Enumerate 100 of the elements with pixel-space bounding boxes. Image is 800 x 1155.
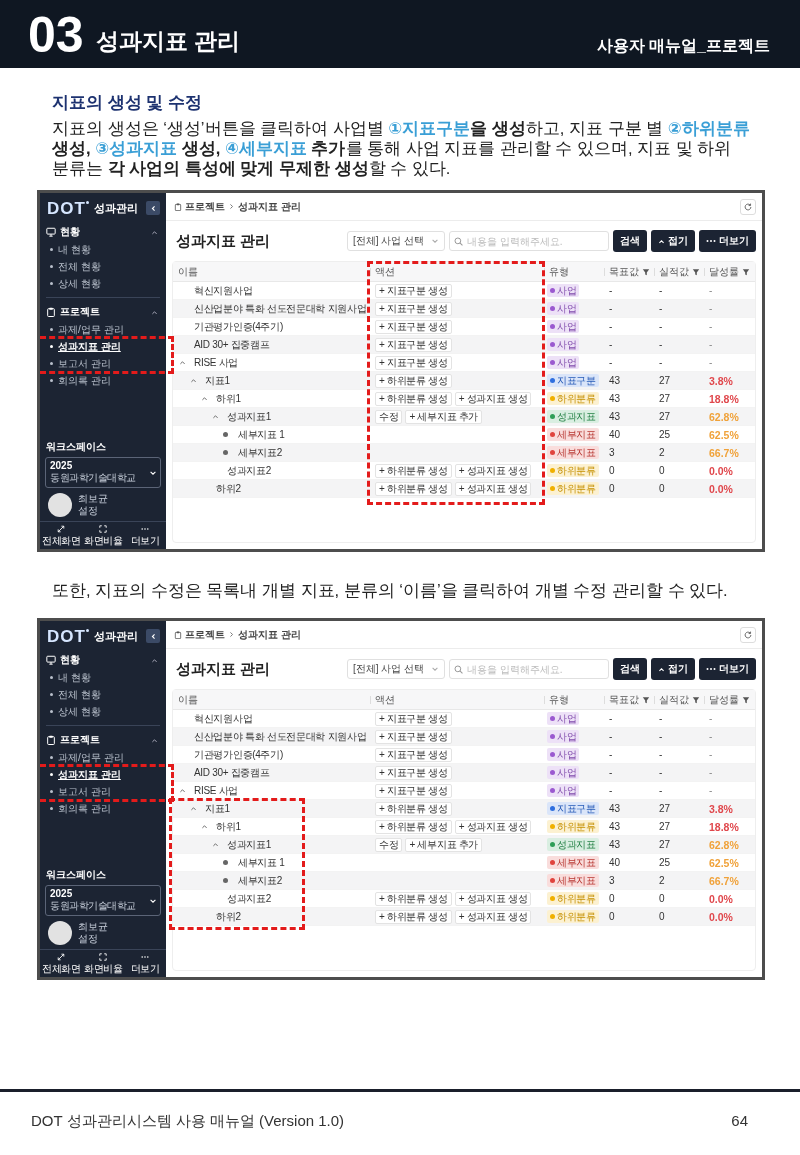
indicator-name[interactable]: 신산업분야 특화 선도전문대학 지원사업 xyxy=(194,301,367,316)
search-button[interactable]: 검색 xyxy=(613,658,647,680)
section-header[interactable]: 현황 xyxy=(40,651,166,669)
indicator-name[interactable]: 하위2 xyxy=(216,481,241,496)
sidebar-item[interactable]: 상세 현황 xyxy=(40,275,166,292)
indicator-name[interactable]: 지표1 xyxy=(205,373,230,388)
search-button[interactable]: 검색 xyxy=(613,230,647,252)
action-button[interactable]: + 성과지표 생성 xyxy=(454,819,532,834)
sidebar-item[interactable]: 과제/업무 관리 xyxy=(40,749,166,766)
sidebar-item[interactable]: 전체 현황 xyxy=(40,686,166,703)
indicator-name[interactable]: 성과지표2 xyxy=(227,891,272,906)
indicator-name[interactable]: 지표1 xyxy=(205,801,230,816)
sidebar-item[interactable]: 성과지표 관리 xyxy=(40,766,166,783)
workspace-select[interactable]: 2025 동원과학기술대학교 xyxy=(45,457,161,488)
sidebar-item[interactable]: 성과지표 관리 xyxy=(40,338,166,355)
action-button[interactable]: + 지표구분 생성 xyxy=(375,319,452,334)
sidebar-item[interactable]: 보고서 관리 xyxy=(40,783,166,800)
fold-button[interactable]: 접기 xyxy=(651,658,695,680)
action-button[interactable]: + 성과지표 생성 xyxy=(454,909,532,924)
caret-icon[interactable] xyxy=(212,841,219,848)
indicator-name[interactable]: 성과지표2 xyxy=(227,463,272,478)
action-button[interactable]: + 지표구분 생성 xyxy=(375,747,452,762)
indicator-name[interactable]: 기관평가인증(4주기) xyxy=(194,747,283,762)
action-button[interactable]: + 지표구분 생성 xyxy=(375,711,452,726)
sidebar-item[interactable]: 회의록 관리 xyxy=(40,372,166,389)
action-button[interactable]: + 하위분류 생성 xyxy=(375,891,452,906)
indicator-name[interactable]: RISE 사업 xyxy=(194,783,239,798)
action-button[interactable]: + 지표구분 생성 xyxy=(375,337,452,352)
filter-icon[interactable] xyxy=(692,695,700,704)
search-field[interactable]: 내용을 입력해주세요. xyxy=(449,659,609,679)
action-button[interactable]: + 하위분류 생성 xyxy=(375,463,452,478)
collapse-sidebar-button[interactable] xyxy=(146,201,160,215)
search-field[interactable]: 내용을 입력해주세요. xyxy=(449,231,609,251)
section-header[interactable]: 프로젝트 xyxy=(40,731,166,749)
breadcrumb-link[interactable]: 성과지표 관리 xyxy=(238,627,301,642)
collapse-sidebar-button[interactable] xyxy=(146,629,160,643)
toolbar-button[interactable]: 더보기 xyxy=(124,950,166,977)
sidebar-item[interactable]: 내 현황 xyxy=(40,669,166,686)
action-button[interactable]: 수정 xyxy=(375,837,403,852)
filter-icon[interactable] xyxy=(642,267,650,276)
toolbar-button[interactable]: 화면비율 xyxy=(82,522,124,549)
action-button[interactable]: + 세부지표 추가 xyxy=(405,409,483,424)
caret-icon[interactable] xyxy=(212,413,219,420)
indicator-name[interactable]: 세부지표2 xyxy=(238,873,283,888)
caret-icon[interactable] xyxy=(201,823,208,830)
filter-icon[interactable] xyxy=(742,695,750,704)
indicator-name[interactable]: 성과지표1 xyxy=(227,409,272,424)
caret-icon[interactable] xyxy=(190,377,197,384)
indicator-name[interactable]: 세부지표 1 xyxy=(238,855,285,870)
action-button[interactable]: + 지표구분 생성 xyxy=(375,729,452,744)
breadcrumb-link[interactable]: 성과지표 관리 xyxy=(238,199,301,214)
breadcrumb-link[interactable]: 프로젝트 xyxy=(185,199,225,214)
caret-icon[interactable] xyxy=(190,805,197,812)
sidebar-item[interactable]: 전체 현황 xyxy=(40,258,166,275)
action-button[interactable]: 수정 xyxy=(375,409,403,424)
indicator-name[interactable]: 하위1 xyxy=(216,391,241,406)
action-button[interactable]: + 지표구분 생성 xyxy=(375,783,452,798)
filter-icon[interactable] xyxy=(742,267,750,276)
caret-icon[interactable] xyxy=(179,359,186,366)
action-button[interactable]: + 하위분류 생성 xyxy=(375,391,452,406)
indicator-name[interactable]: AID 30+ 집중캠프 xyxy=(194,337,270,352)
sidebar-item[interactable]: 보고서 관리 xyxy=(40,355,166,372)
action-button[interactable]: + 하위분류 생성 xyxy=(375,801,452,816)
action-button[interactable]: + 하위분류 생성 xyxy=(375,819,452,834)
action-button[interactable]: + 지표구분 생성 xyxy=(375,765,452,780)
indicator-name[interactable]: 혁신지원사업 xyxy=(194,283,253,298)
indicator-name[interactable]: 하위1 xyxy=(216,819,241,834)
business-select[interactable]: [전체] 사업 선택 xyxy=(347,659,445,679)
indicator-name[interactable]: 성과지표1 xyxy=(227,837,272,852)
caret-icon[interactable] xyxy=(201,395,208,402)
action-button[interactable]: + 성과지표 생성 xyxy=(454,463,532,478)
more-button[interactable]: 더보기 xyxy=(699,658,756,680)
indicator-name[interactable]: 하위2 xyxy=(216,909,241,924)
action-button[interactable]: + 성과지표 생성 xyxy=(454,891,532,906)
action-button[interactable]: + 하위분류 생성 xyxy=(375,481,452,496)
filter-icon[interactable] xyxy=(642,695,650,704)
action-button[interactable]: + 지표구분 생성 xyxy=(375,283,452,298)
action-button[interactable]: + 지표구분 생성 xyxy=(375,355,452,370)
sidebar-item[interactable]: 과제/업무 관리 xyxy=(40,321,166,338)
action-button[interactable]: + 세부지표 추가 xyxy=(405,837,483,852)
caret-icon[interactable] xyxy=(179,787,186,794)
indicator-name[interactable]: 세부지표 1 xyxy=(238,427,285,442)
toolbar-button[interactable]: 더보기 xyxy=(124,522,166,549)
refresh-button[interactable] xyxy=(740,198,756,215)
settings-link[interactable]: 설정 xyxy=(78,505,108,517)
indicator-name[interactable]: RISE 사업 xyxy=(194,355,239,370)
indicator-name[interactable]: 기관평가인증(4주기) xyxy=(194,319,283,334)
section-header[interactable]: 현황 xyxy=(40,223,166,241)
toolbar-button[interactable]: 전체화면 xyxy=(40,950,82,977)
breadcrumb-link[interactable]: 프로젝트 xyxy=(185,627,225,642)
settings-link[interactable]: 설정 xyxy=(78,933,108,945)
workspace-select[interactable]: 2025 동원과학기술대학교 xyxy=(45,885,161,916)
action-button[interactable]: + 성과지표 생성 xyxy=(454,481,532,496)
action-button[interactable]: + 성과지표 생성 xyxy=(454,391,532,406)
action-button[interactable]: + 지표구분 생성 xyxy=(375,301,452,316)
sidebar-item[interactable]: 회의록 관리 xyxy=(40,800,166,817)
sidebar-item[interactable]: 내 현황 xyxy=(40,241,166,258)
indicator-name[interactable]: 신산업분야 특화 선도전문대학 지원사업 xyxy=(194,729,367,744)
action-button[interactable]: + 하위분류 생성 xyxy=(375,373,452,388)
indicator-name[interactable]: AID 30+ 집중캠프 xyxy=(194,765,270,780)
